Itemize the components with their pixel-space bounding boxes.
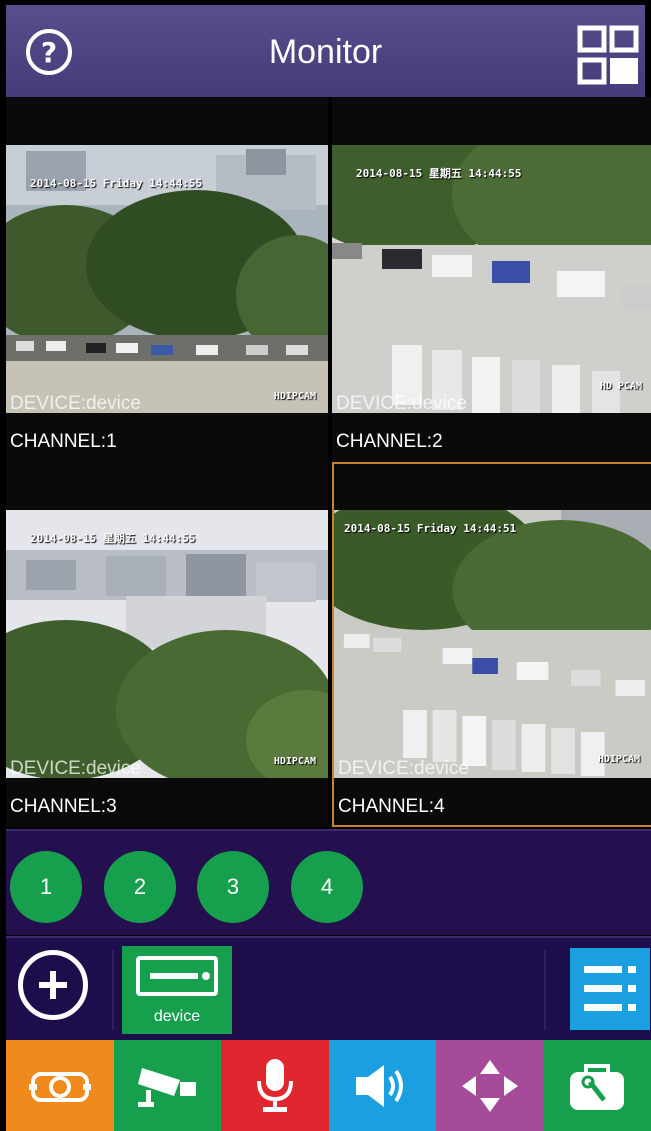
camera-timestamp: 2014-08-15 Friday 14:44:55 <box>30 177 203 190</box>
channel-label: CHANNEL:4 <box>338 796 445 817</box>
microphone-icon <box>256 1058 293 1112</box>
device-label: DEVICE:device <box>10 393 141 414</box>
channel-selector: 1 2 3 4 <box>6 829 651 935</box>
device-tile[interactable]: device <box>122 946 232 1034</box>
camera-logo: HDIPCAM <box>273 756 316 767</box>
channel-button-1[interactable]: 1 <box>10 851 82 923</box>
camera-logo: HDIPCAM <box>273 391 316 402</box>
page-title: Monitor <box>268 33 383 71</box>
device-label: DEVICE:device <box>338 758 469 779</box>
device-label: DEVICE:device <box>10 758 141 779</box>
audio-button[interactable] <box>328 1040 436 1131</box>
grid-layout-icon[interactable] <box>576 25 640 87</box>
device-name: device <box>153 1008 201 1025</box>
talk-button[interactable] <box>221 1040 329 1131</box>
dvr-icon <box>136 956 218 996</box>
camera-logo: HD PCAM <box>599 381 642 392</box>
camera-timestamp: 2014-08-15 Friday 14:44:51 <box>344 522 517 535</box>
ptz-arrows-icon <box>461 1059 518 1112</box>
toolbox-icon <box>570 1063 625 1110</box>
record-button[interactable] <box>113 1040 221 1131</box>
camera-view-3[interactable]: 2014-08-15 星期五 14:44:55 HDIPCAM DEVICE:d… <box>6 462 328 827</box>
snapshot-icon <box>28 1071 91 1102</box>
camera-view-1[interactable]: 2014-08-15 Friday 14:44:55 HDIPCAM DEVIC… <box>6 97 328 462</box>
record-camera-icon <box>138 1067 197 1107</box>
device-label: DEVICE:device <box>336 393 467 414</box>
divider <box>544 950 546 1030</box>
speaker-icon <box>356 1064 404 1107</box>
channel-label: CHANNEL:1 <box>10 431 117 452</box>
camera-grid: 2014-08-15 Friday 14:44:55 HDIPCAM DEVIC… <box>6 97 651 827</box>
camera-view-4[interactable]: 2014-08-15 Friday 14:44:51 HDIPCAM DEVIC… <box>332 462 651 827</box>
list-menu-icon[interactable] <box>570 948 650 1030</box>
settings-button[interactable] <box>543 1040 651 1131</box>
channel-label: CHANNEL:2 <box>336 431 443 452</box>
top-bar: ? Monitor <box>6 5 645 97</box>
bottom-toolbar <box>6 1040 651 1131</box>
camera-timestamp: 2014-08-15 星期五 14:44:55 <box>30 532 196 545</box>
divider <box>112 950 114 1030</box>
camera-feed-2 <box>332 145 651 413</box>
channel-button-2[interactable]: 2 <box>104 851 176 923</box>
channel-button-3[interactable]: 3 <box>197 851 269 923</box>
camera-feed-3 <box>6 510 328 778</box>
camera-view-2[interactable]: 2014-08-15 星期五 14:44:55 HD PCAM DEVICE:d… <box>332 97 651 462</box>
channel-label: CHANNEL:3 <box>10 796 117 817</box>
camera-feed-4 <box>334 510 651 778</box>
channel-button-4[interactable]: 4 <box>291 851 363 923</box>
ptz-button[interactable] <box>436 1040 544 1131</box>
snapshot-button[interactable] <box>6 1040 114 1131</box>
device-bar: device <box>6 936 651 1040</box>
camera-timestamp: 2014-08-15 星期五 14:44:55 <box>356 167 522 180</box>
add-circle-icon[interactable] <box>18 950 88 1020</box>
camera-logo: HDIPCAM <box>597 754 640 765</box>
